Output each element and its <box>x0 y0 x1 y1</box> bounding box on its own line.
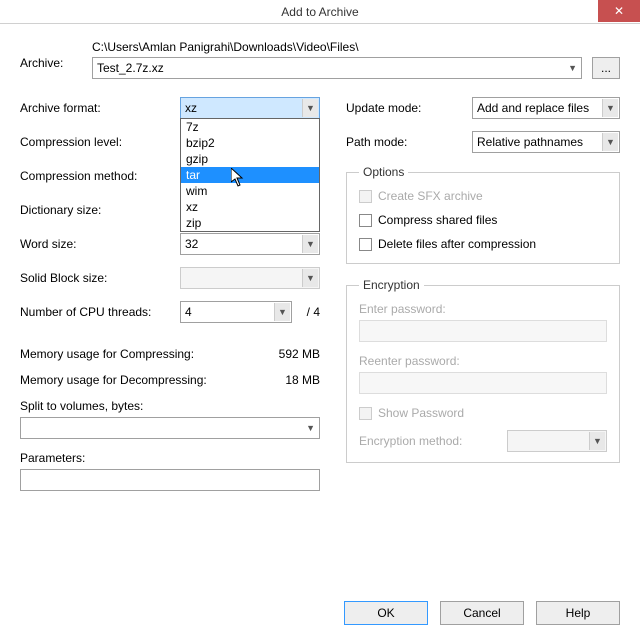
checkbox-icon <box>359 214 372 227</box>
archive-label: Archive: <box>20 40 78 70</box>
chevron-down-icon: ▼ <box>306 423 315 433</box>
chevron-down-icon: ▼ <box>568 63 577 73</box>
options-legend: Options <box>359 165 408 179</box>
chevron-down-icon: ▼ <box>274 303 290 321</box>
format-option-xz[interactable]: xz <box>181 199 319 215</box>
word-size-select[interactable]: 32 ▼ <box>180 233 320 255</box>
close-button[interactable]: ✕ <box>598 0 640 22</box>
archive-path: C:\Users\Amlan Panigrahi\Downloads\Video… <box>92 40 620 54</box>
chevron-down-icon: ▼ <box>602 133 618 151</box>
enter-password-label: Enter password: <box>359 302 607 316</box>
chevron-down-icon: ▼ <box>302 235 318 253</box>
chevron-down-icon: ▼ <box>602 99 618 117</box>
close-icon: ✕ <box>614 4 624 18</box>
solid-block-select: ▼ <box>180 267 320 289</box>
reenter-password-input <box>359 372 607 394</box>
mem-comp-label: Memory usage for Compressing: <box>20 347 194 361</box>
format-dropdown-list: 7z bzip2 gzip tar wim xz zip <box>180 118 320 232</box>
path-mode-label: Path mode: <box>346 135 472 149</box>
word-label: Word size: <box>20 237 180 251</box>
mem-decomp-value: 18 MB <box>285 373 320 387</box>
chevron-down-icon: ▼ <box>302 269 318 287</box>
chevron-down-icon: ▼ <box>302 99 318 117</box>
enc-method-select: ▼ <box>507 430 607 452</box>
chevron-down-icon: ▼ <box>589 432 605 450</box>
format-option-zip[interactable]: zip <box>181 215 319 231</box>
dict-label: Dictionary size: <box>20 203 180 217</box>
split-volumes-input[interactable]: ▼ <box>20 417 320 439</box>
sfx-checkbox: Create SFX archive <box>359 189 607 203</box>
ok-button[interactable]: OK <box>344 601 428 625</box>
browse-button[interactable]: ... <box>592 57 620 79</box>
split-label: Split to volumes, bytes: <box>20 399 320 413</box>
cancel-button[interactable]: Cancel <box>440 601 524 625</box>
update-mode-select[interactable]: Add and replace files ▼ <box>472 97 620 119</box>
options-group: Options Create SFX archive Compress shar… <box>346 165 620 264</box>
archive-format-select[interactable]: xz ▼ <box>180 97 320 119</box>
enc-method-label: Encryption method: <box>359 434 462 448</box>
archive-filename-select[interactable]: Test_2.7z.xz ▼ <box>92 57 582 79</box>
archive-filename: Test_2.7z.xz <box>97 61 164 75</box>
delete-after-checkbox[interactable]: Delete files after compression <box>359 237 607 251</box>
encryption-group: Encryption Enter password: Reenter passw… <box>346 278 620 463</box>
show-password-checkbox: Show Password <box>359 406 607 420</box>
threads-total: / 4 <box>302 305 320 319</box>
enter-password-input <box>359 320 607 342</box>
format-option-tar[interactable]: tar <box>181 167 319 183</box>
format-option-wim[interactable]: wim <box>181 183 319 199</box>
params-label: Parameters: <box>20 451 320 465</box>
parameters-input[interactable] <box>20 469 320 491</box>
mem-comp-value: 592 MB <box>279 347 320 361</box>
reenter-password-label: Reenter password: <box>359 354 607 368</box>
method-label: Compression method: <box>20 169 180 183</box>
threads-label: Number of CPU threads: <box>20 305 180 319</box>
format-option-7z[interactable]: 7z <box>181 119 319 135</box>
format-option-gzip[interactable]: gzip <box>181 151 319 167</box>
path-mode-select[interactable]: Relative pathnames ▼ <box>472 131 620 153</box>
format-label: Archive format: <box>20 101 180 115</box>
checkbox-icon <box>359 238 372 251</box>
encryption-legend: Encryption <box>359 278 424 292</box>
checkbox-icon <box>359 190 372 203</box>
format-option-bzip2[interactable]: bzip2 <box>181 135 319 151</box>
window-title: Add to Archive <box>281 5 358 19</box>
title-bar: Add to Archive ✕ <box>0 0 640 24</box>
cpu-threads-select[interactable]: 4 ▼ <box>180 301 292 323</box>
level-label: Compression level: <box>20 135 180 149</box>
help-button[interactable]: Help <box>536 601 620 625</box>
checkbox-icon <box>359 407 372 420</box>
mem-decomp-label: Memory usage for Decompressing: <box>20 373 207 387</box>
shared-checkbox[interactable]: Compress shared files <box>359 213 607 227</box>
block-label: Solid Block size: <box>20 271 180 285</box>
update-mode-label: Update mode: <box>346 101 472 115</box>
